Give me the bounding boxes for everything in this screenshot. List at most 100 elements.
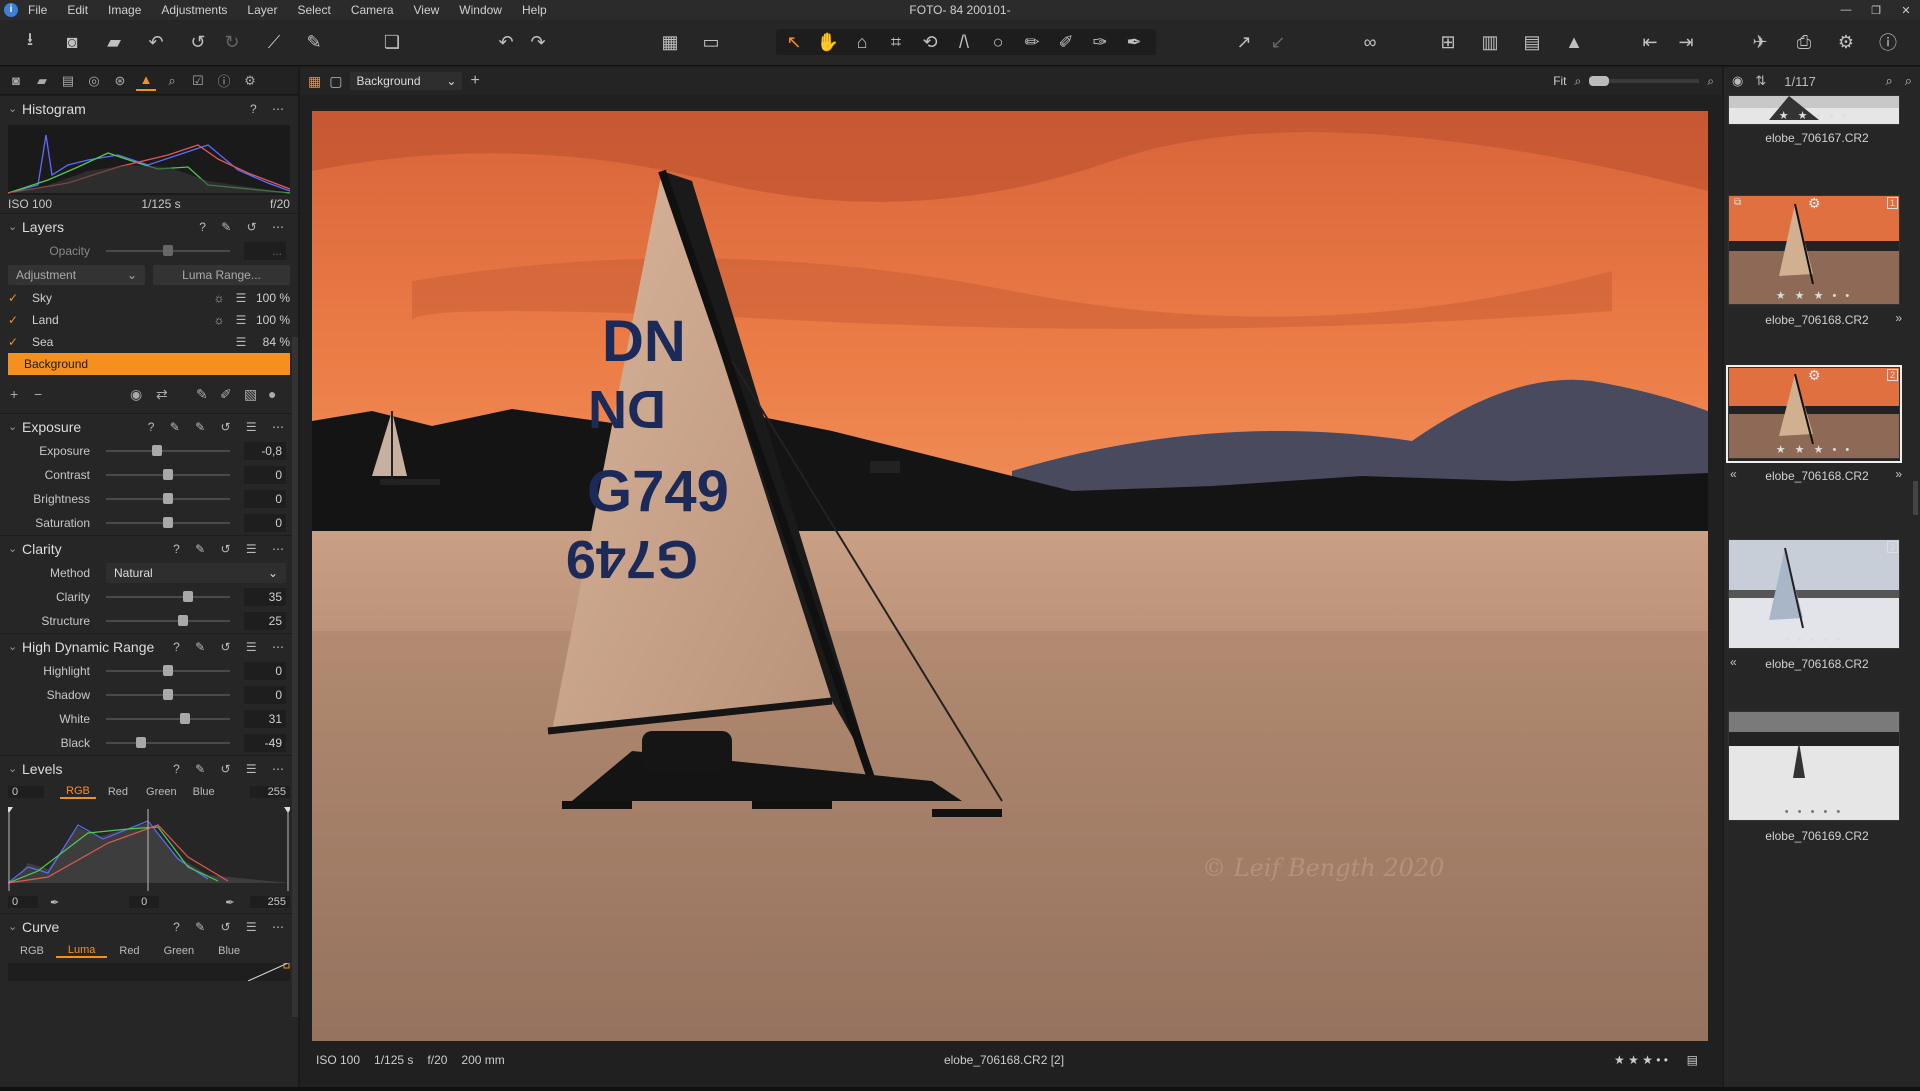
hand-tool-icon[interactable]: ✋ — [814, 28, 842, 56]
filter-icon[interactable]: ⌕ — [1885, 73, 1892, 89]
thumbnail-rating[interactable]: • • • • • — [1729, 806, 1899, 818]
slider-track[interactable] — [106, 689, 230, 700]
adjustments-tab-icon[interactable]: ☑ — [188, 71, 208, 91]
details-tab-icon[interactable]: ⌕ — [162, 71, 182, 91]
add-layer-icon[interactable]: + — [470, 72, 479, 90]
section-tools[interactable]: ? ⋯ — [250, 102, 290, 116]
metadata-tab-icon[interactable]: ⓘ — [214, 71, 234, 91]
panel-scrollbar[interactable] — [292, 337, 298, 1017]
layers-header[interactable]: ⌄ Layers ? ✎ ↺ ⋯ — [0, 213, 298, 239]
slider-knob[interactable] — [163, 665, 173, 676]
sort-icon[interactable]: ⇅ — [1755, 73, 1766, 89]
levels-header[interactable]: ⌄ Levels ? ✎ ↺ ☰ ⋯ — [0, 755, 298, 781]
layer-item-sea[interactable]: ✓ Sea ☰ 84 % — [0, 331, 298, 353]
gradient-tool-icon[interactable]: ✐ — [1052, 28, 1080, 56]
brush-tool-icon[interactable]: ✏ — [1018, 28, 1046, 56]
slider-track[interactable] — [106, 737, 230, 748]
curve-tab-blue[interactable]: Blue — [206, 945, 252, 957]
slider-knob[interactable] — [151, 445, 162, 456]
menu-help[interactable]: Help — [522, 3, 547, 17]
collapse-icon[interactable]: ⌄ — [8, 220, 22, 233]
adjustment-dropdown[interactable]: Adjustment ⌄ — [8, 265, 145, 285]
slider-knob[interactable] — [163, 689, 173, 700]
layer-item-sky[interactable]: ✓ Sky ☼ ☰ 100 % — [0, 287, 298, 309]
eye-icon[interactable]: ◉ — [1732, 73, 1743, 89]
grid-layout-icon[interactable]: ▦ — [308, 73, 321, 90]
settings-gear-icon[interactable]: ⚙ — [1832, 28, 1860, 56]
collapse-icon[interactable]: ⌄ — [8, 542, 22, 555]
slider-knob[interactable] — [180, 713, 191, 724]
slider-track[interactable] — [106, 517, 230, 528]
thumbnail-item[interactable]: • • • • • 3 « elobe_706168.CR2 — [1724, 539, 1910, 719]
erase-mask-icon[interactable]: ✐ — [220, 386, 244, 403]
collapse-icon[interactable]: ⌄ — [8, 920, 22, 933]
section-tools[interactable]: ? ✎ ↺ ☰ ⋯ — [173, 762, 290, 776]
expand-stack-icon[interactable]: » — [1895, 311, 1902, 325]
mask-view-icon[interactable]: ◉ — [130, 386, 156, 403]
slider-knob[interactable] — [163, 493, 173, 504]
library-tab-icon[interactable]: ▰ — [32, 71, 52, 91]
menu-camera[interactable]: Camera — [351, 3, 394, 17]
expand-stack-icon[interactable]: » — [1895, 467, 1902, 481]
curve-graph[interactable] — [8, 962, 290, 982]
picker-tool-icon[interactable]: ✒ — [1120, 28, 1148, 56]
levels-output-mid[interactable]: 0 — [129, 896, 160, 908]
slider-value[interactable]: 35 — [244, 588, 286, 606]
thumbnail-rating[interactable]: ★ ★ ★ • • — [1729, 289, 1899, 302]
eraser-tool-icon[interactable]: ✑ — [1086, 28, 1114, 56]
slider-track[interactable] — [106, 615, 230, 626]
slider-value[interactable]: 0 — [244, 466, 286, 484]
collapse-icon[interactable]: ⌄ — [8, 420, 22, 433]
copy-settings-icon[interactable]: ↗ — [1230, 28, 1258, 56]
rotate-right-icon[interactable]: ↷ — [524, 28, 552, 56]
slider-knob[interactable] — [135, 737, 146, 748]
thumbnail-image[interactable]: • • • • • — [1728, 711, 1900, 821]
exposure-header[interactable]: ⌄ Exposure ? ✎ ✎ ↺ ☰ ⋯ — [0, 413, 298, 439]
capture-tab-icon[interactable]: ◙ — [6, 71, 26, 91]
menu-window[interactable]: Window — [459, 3, 502, 17]
camera-icon[interactable]: ◙ — [58, 28, 86, 56]
collapse-icon[interactable]: ⌄ — [8, 762, 22, 775]
spot-tool-icon[interactable]: ○ — [984, 28, 1012, 56]
method-dropdown[interactable]: Natural ⌄ — [106, 563, 286, 583]
checkbox-icon[interactable]: ✓ — [8, 291, 24, 305]
layer-select-dropdown[interactable]: Background ⌄ — [350, 72, 463, 90]
zoom-in-icon[interactable]: ⌕ — [1707, 74, 1714, 89]
guides-icon[interactable]: ▥ — [1476, 28, 1504, 56]
slider-track[interactable] — [106, 469, 230, 480]
menu-image[interactable]: Image — [108, 3, 141, 17]
curve-tab-green[interactable]: Green — [152, 945, 207, 957]
slider-value[interactable]: 0 — [244, 490, 286, 508]
thumbnail-item-selected[interactable]: ★ ★ ★ • • ⚙ 2 « elobe_706168.CR2 » — [1724, 365, 1910, 547]
menu-file[interactable]: File — [28, 3, 47, 17]
section-tools[interactable]: ? ✎ ✎ ↺ ☰ ⋯ — [148, 420, 290, 434]
menu-adjustments[interactable]: Adjustments — [161, 3, 227, 17]
undo-all-icon[interactable]: ↶ — [142, 28, 170, 56]
restore-icon[interactable]: ❐ — [1868, 4, 1884, 17]
apply-settings-icon[interactable]: ↙ — [1264, 28, 1292, 56]
levels-input-low[interactable]: 0 — [8, 786, 44, 798]
slider-track[interactable] — [106, 445, 230, 456]
slider-value[interactable]: -49 — [244, 734, 286, 752]
black-picker-icon[interactable]: ✒ — [50, 896, 59, 909]
layers-tab-icon[interactable]: ⊛ — [110, 71, 130, 91]
curve-tab-luma[interactable]: Luma — [55, 944, 108, 958]
keystone-tool-icon[interactable]: /\ — [950, 28, 978, 56]
checkbox-icon[interactable]: ✓ — [8, 313, 24, 327]
share-icon[interactable]: ✈ — [1746, 28, 1774, 56]
thumbnail-rating[interactable]: ★ ★ • • • — [1729, 109, 1899, 122]
section-tools[interactable]: ? ✎ ↺ ☰ ⋯ — [173, 542, 290, 556]
slider-value[interactable]: 25 — [244, 612, 286, 630]
levels-input-high[interactable]: 255 — [250, 786, 290, 798]
compare-icon[interactable]: ▭ — [697, 28, 725, 56]
lens-tab-icon[interactable]: ▤ — [58, 71, 78, 91]
layer-item-background[interactable]: Background — [8, 353, 290, 375]
slider-knob[interactable] — [163, 517, 173, 528]
pointer-tool-icon[interactable]: ↖ — [780, 28, 808, 56]
menu-edit[interactable]: Edit — [67, 3, 88, 17]
levels-tab-rgb[interactable]: RGB — [60, 785, 96, 799]
add-layer-icon[interactable]: + — [10, 386, 34, 402]
redo-icon[interactable]: ↻ — [218, 28, 246, 56]
zoom-slider[interactable] — [1589, 76, 1700, 86]
slider-knob[interactable] — [163, 469, 173, 480]
